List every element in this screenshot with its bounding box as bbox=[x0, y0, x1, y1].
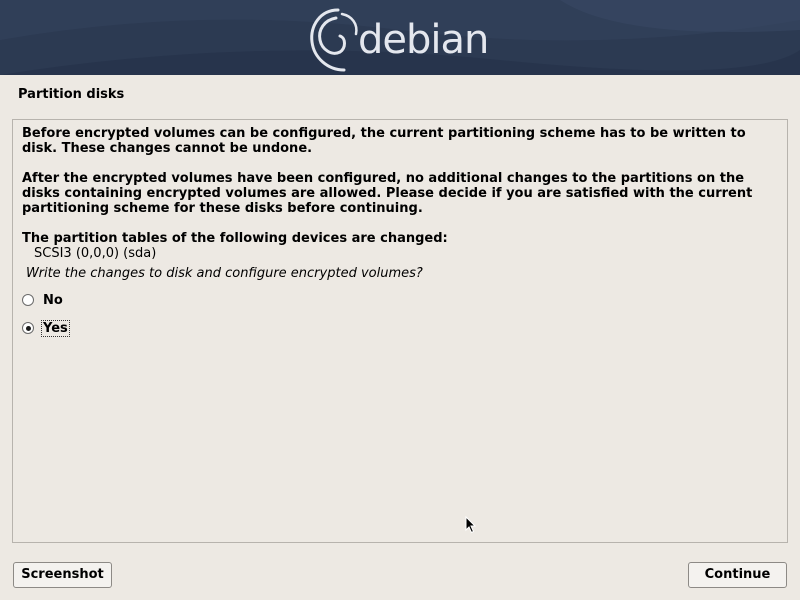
screenshot-button[interactable]: Screenshot bbox=[13, 562, 112, 588]
radio-yes[interactable] bbox=[22, 322, 34, 334]
warning-paragraph: Before encrypted volumes can be configur… bbox=[22, 126, 746, 156]
page-title: Partition disks bbox=[18, 87, 125, 102]
radio-no[interactable] bbox=[22, 294, 34, 306]
changed-devices-heading: The partition tables of the following de… bbox=[22, 231, 448, 246]
debian-logo: debian bbox=[306, 6, 489, 72]
debian-swirl-icon bbox=[310, 8, 358, 72]
option-yes[interactable]: Yes bbox=[22, 319, 70, 337]
mouse-cursor-icon bbox=[465, 516, 477, 534]
continue-button[interactable]: Continue bbox=[688, 562, 787, 588]
header-banner: debian bbox=[0, 0, 800, 75]
option-yes-label[interactable]: Yes bbox=[41, 319, 70, 337]
question-text: Write the changes to disk and configure … bbox=[26, 266, 423, 281]
content-panel: Before encrypted volumes can be configur… bbox=[12, 119, 788, 543]
option-no[interactable]: No bbox=[22, 291, 65, 309]
device-item: SCSI3 (0,0,0) (sda) bbox=[34, 246, 157, 261]
brand-wordmark: debian bbox=[358, 17, 489, 63]
info-paragraph: After the encrypted volumes have been co… bbox=[22, 171, 753, 216]
option-no-label[interactable]: No bbox=[41, 292, 65, 309]
